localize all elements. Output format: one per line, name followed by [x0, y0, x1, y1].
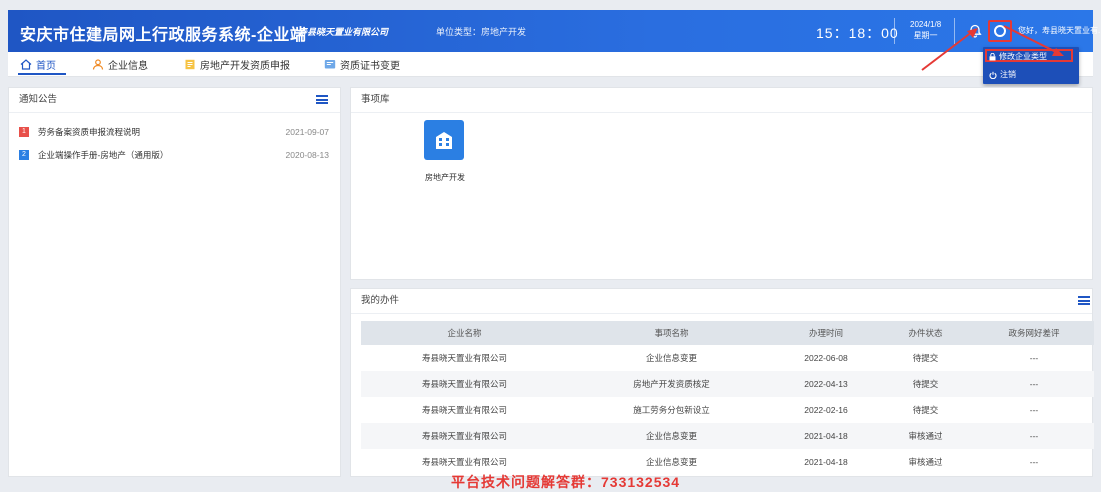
cell-rating: ---: [1029, 405, 1039, 415]
tasks-panel: 我的办件 企业名称 事项名称 办理时间 办件状态 政务网好差评 寿县晓天置业有限…: [350, 288, 1094, 477]
nav-certificate-change[interactable]: 资质证书变更: [324, 57, 400, 72]
cell-time: 2022-02-16: [804, 405, 848, 415]
home-icon: [20, 59, 32, 70]
tasks-panel-header: 我的办件: [351, 289, 1092, 314]
table-header-row: 企业名称 事项名称 办理时间 办件状态 政务网好差评: [361, 321, 1094, 345]
power-icon: [989, 71, 997, 79]
menu-item-logout[interactable]: 注销: [989, 69, 1016, 80]
cell-matter: 房地产开发资质核定: [568, 371, 775, 397]
document-icon: [185, 59, 195, 70]
table-row[interactable]: 寿县晓天置业有限公司 企业信息变更 2021-04-18 审核通过 ---: [361, 423, 1094, 449]
system-title: 安庆市住建局网上行政服务系统-企业端: [20, 27, 307, 44]
support-group-notice: 平台技术问题解答群：733132534: [451, 474, 681, 490]
notice-number-badge: 2: [19, 150, 29, 160]
person-icon: [92, 59, 104, 70]
nav-company-info-label: 企业信息: [108, 61, 148, 72]
date-display: 2024/1/8 星期一: [910, 19, 941, 41]
header-divider: [894, 18, 895, 44]
main-nav: 首页 企业信息 房地产开发资质申报 资质证书变更: [8, 52, 1093, 77]
menu-icon[interactable]: [1078, 296, 1090, 305]
unit-type-label: 单位类型：房地产开发: [436, 27, 527, 37]
notice-number-badge: 1: [19, 127, 29, 137]
notice-panel-header: 通知公告: [9, 88, 340, 113]
notice-panel-title: 通知公告: [19, 94, 58, 105]
notice-item[interactable]: 1 劳务备案资质申报流程说明 2021-09-07: [19, 126, 329, 138]
matters-panel-header: 事项库: [351, 88, 1092, 113]
matter-tile-label[interactable]: 房地产开发: [417, 172, 473, 183]
cell-company: 寿县晓天置业有限公司: [421, 353, 507, 363]
column-header: 办件状态: [877, 321, 974, 345]
tasks-table: 企业名称 事项名称 办理时间 办件状态 政务网好差评 寿县晓天置业有限公司 企业…: [361, 321, 1094, 475]
table-row[interactable]: 寿县晓天置业有限公司 企业信息变更 2022-06-08 待提交 ---: [361, 345, 1094, 371]
cell-rating: ---: [974, 423, 1094, 449]
column-header: 政务网好差评: [974, 321, 1094, 345]
nav-company-info[interactable]: 企业信息: [92, 57, 148, 72]
menu-item-change-type-label: 修改企业类型: [999, 52, 1047, 61]
notice-title[interactable]: 企业端操作手册-房地产（通用版）: [38, 149, 168, 161]
cell-time: 2021-04-18: [804, 457, 848, 467]
user-icon: [994, 25, 1006, 37]
nav-home-label: 首页: [36, 61, 56, 72]
user-dropdown-menu: 修改企业类型 注销: [983, 47, 1079, 84]
nav-qualification-apply-label: 房地产开发资质申报: [200, 61, 290, 72]
notice-date: 2020-08-13: [285, 150, 329, 160]
notice-date: 2021-09-07: [285, 127, 329, 137]
cell-rating: ---: [1029, 457, 1039, 467]
cell-rating: ---: [974, 371, 1094, 397]
user-avatar-button[interactable]: [988, 20, 1012, 42]
cell-company: 寿县晓天置业有限公司: [361, 423, 568, 449]
cell-status: 待提交: [877, 371, 974, 397]
cell-matter: 施工劳务分包新设立: [633, 405, 710, 415]
nav-home[interactable]: 首页: [20, 57, 56, 72]
top-header-bar: 安庆市住建局网上行政服务系统-企业端 寿县晓天置业有限公司 单位类型：房地产开发…: [8, 10, 1101, 52]
cell-matter: 企业信息变更: [568, 423, 775, 449]
matter-tile-real-estate[interactable]: [424, 120, 464, 160]
menu-item-change-type[interactable]: 修改企业类型: [989, 51, 1047, 62]
matters-panel-title: 事项库: [361, 94, 390, 105]
cell-company: 寿县晓天置业有限公司: [421, 405, 507, 415]
tasks-panel-title: 我的办件: [361, 295, 400, 306]
weekday-text: 星期一: [913, 31, 938, 40]
date-text: 2024/1/8: [910, 20, 942, 29]
nav-active-indicator: [18, 73, 66, 75]
nav-certificate-change-label: 资质证书变更: [340, 61, 400, 72]
menu-item-logout-label: 注销: [1000, 70, 1016, 79]
cell-status: 审核通过: [877, 423, 974, 449]
cell-rating: ---: [1029, 353, 1039, 363]
cell-time: 2021-04-18: [775, 423, 877, 449]
user-greeting[interactable]: 您好，寿县晓天置业有...: [1018, 25, 1101, 36]
lock-icon: [989, 52, 996, 60]
matters-panel: 事项库 房地产开发: [350, 87, 1093, 280]
cell-status: 待提交: [912, 405, 939, 415]
cell-company: 寿县晓天置业有限公司: [361, 371, 568, 397]
building-icon: [436, 132, 452, 149]
table-row[interactable]: 寿县晓天置业有限公司 施工劳务分包新设立 2022-02-16 待提交 ---: [361, 397, 1094, 423]
notice-panel: 通知公告 1 劳务备案资质申报流程说明 2021-09-07 2 企业端操作手册…: [8, 87, 341, 477]
cell-status: 审核通过: [908, 457, 943, 467]
menu-icon[interactable]: [316, 95, 328, 104]
header-divider: [954, 18, 955, 44]
notice-title[interactable]: 劳务备案资质申报流程说明: [38, 126, 140, 138]
notice-item[interactable]: 2 企业端操作手册-房地产（通用版） 2020-08-13: [19, 149, 329, 161]
column-header: 企业名称: [361, 321, 568, 345]
column-header: 办理时间: [775, 321, 877, 345]
table-row[interactable]: 寿县晓天置业有限公司 房地产开发资质核定 2022-04-13 待提交 ---: [361, 371, 1094, 397]
cell-matter: 企业信息变更: [645, 353, 697, 363]
bell-icon[interactable]: [968, 24, 982, 38]
column-header: 事项名称: [568, 321, 775, 345]
clock: 15：18：00: [816, 25, 899, 41]
cell-time: 2022-06-08: [804, 353, 848, 363]
nav-qualification-apply[interactable]: 房地产开发资质申报: [184, 57, 290, 72]
cell-time: 2022-04-13: [775, 371, 877, 397]
certificate-icon: [324, 60, 336, 69]
cell-status: 待提交: [912, 353, 939, 363]
company-name: 寿县晓天置业有限公司: [298, 27, 389, 37]
